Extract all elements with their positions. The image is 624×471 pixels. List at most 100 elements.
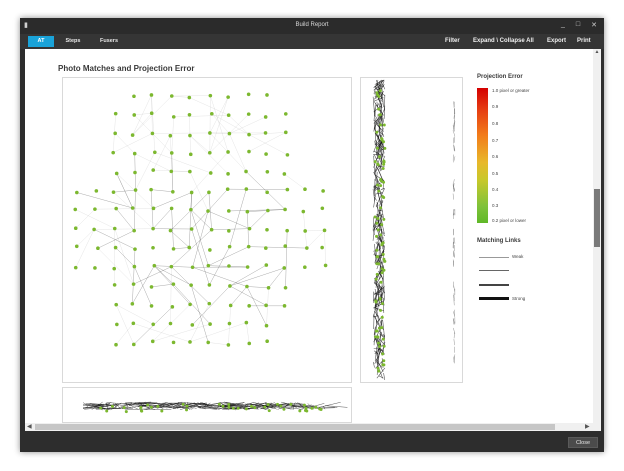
camera-point	[190, 265, 195, 270]
horizontal-scroll-thumb[interactable]	[35, 424, 555, 430]
camera-point	[149, 285, 154, 289]
chevron-right-icon[interactable]: ▶	[585, 423, 590, 431]
chevron-up-icon[interactable]: ▲	[593, 49, 601, 55]
close-button[interactable]: Close	[568, 437, 598, 448]
match-link	[190, 285, 209, 343]
camera-point	[206, 209, 210, 213]
print-menu[interactable]: Print	[577, 36, 591, 47]
camera-point	[375, 221, 379, 225]
match-link	[173, 115, 229, 118]
match-link	[245, 171, 286, 210]
camera-point	[382, 123, 386, 127]
camera-point	[244, 187, 249, 191]
camera-point	[227, 264, 231, 268]
camera-point	[375, 255, 379, 259]
camera-point	[206, 263, 211, 268]
filter-menu[interactable]: Filter	[445, 36, 460, 47]
tab-at[interactable]: AT	[28, 36, 54, 47]
camera-point	[282, 407, 286, 411]
camera-point	[380, 315, 384, 319]
match-link	[229, 267, 285, 287]
camera-point	[151, 245, 155, 250]
camera-point	[375, 146, 379, 150]
scale-label-max: 1.0 pixel or greater	[492, 88, 530, 93]
match-link	[372, 216, 375, 231]
camera-point	[189, 190, 194, 195]
camera-point	[131, 342, 136, 347]
projection-error-colorbar	[477, 88, 488, 223]
camera-point	[282, 266, 287, 270]
match-link	[454, 136, 455, 143]
title-bar: ▮ Build Report _ □ ✕	[20, 18, 604, 34]
camera-point	[376, 335, 380, 339]
link-strong-swatch	[479, 297, 509, 300]
vertical-scrollbar[interactable]: ▲ ▼	[593, 49, 601, 442]
camera-point	[320, 206, 325, 211]
camera-point	[114, 302, 119, 307]
camera-point	[73, 207, 78, 212]
match-link	[116, 208, 135, 231]
close-window-button[interactable]: ✕	[589, 21, 599, 29]
match-link	[75, 229, 95, 268]
camera-point	[150, 131, 155, 136]
tab-steps[interactable]: Steps	[60, 36, 86, 47]
camera-point	[221, 404, 225, 408]
camera-point	[130, 302, 135, 306]
tab-fusers[interactable]: Fusers	[94, 36, 124, 47]
camera-point	[187, 95, 192, 100]
camera-point	[160, 409, 164, 413]
match-link	[76, 229, 95, 247]
camera-point	[227, 405, 231, 409]
camera-point	[381, 166, 385, 170]
camera-point	[112, 283, 117, 287]
minimize-button[interactable]: _	[558, 21, 568, 28]
match-link	[154, 265, 192, 286]
chevron-left-icon[interactable]: ◀	[27, 423, 32, 431]
match-link	[173, 247, 190, 250]
camera-point	[375, 262, 379, 266]
camera-point	[114, 171, 119, 176]
scale-label: 0.7	[492, 138, 499, 143]
camera-point	[305, 246, 309, 250]
camera-point	[285, 153, 290, 157]
camera-point	[133, 188, 138, 192]
camera-point	[381, 352, 385, 356]
camera-point	[320, 245, 324, 250]
export-menu[interactable]: Export	[547, 36, 566, 47]
camera-point	[185, 408, 189, 412]
camera-point	[265, 169, 270, 174]
camera-point	[323, 263, 328, 268]
window-title: Build Report	[295, 22, 329, 28]
scale-label-min: 0.2 pixel or lower	[492, 218, 527, 223]
camera-point	[379, 184, 383, 188]
camera-point	[208, 93, 213, 98]
camera-point	[265, 190, 269, 195]
match-link	[134, 113, 152, 116]
horizontal-scrollbar[interactable]: ◀ ▶	[25, 423, 593, 431]
camera-point	[265, 339, 269, 344]
maximize-button[interactable]: □	[573, 21, 583, 28]
camera-point	[289, 402, 293, 406]
link-swatch	[479, 284, 509, 286]
vertical-scroll-thumb[interactable]	[594, 189, 600, 247]
camera-point	[382, 344, 386, 348]
camera-point	[217, 402, 221, 406]
match-link	[374, 259, 376, 264]
camera-point	[245, 209, 250, 214]
camera-point	[379, 206, 383, 210]
camera-point	[380, 137, 384, 141]
camera-point	[188, 169, 192, 174]
camera-point	[132, 228, 136, 233]
camera-point	[187, 112, 192, 117]
camera-point	[188, 340, 192, 344]
camera-point	[382, 140, 386, 144]
match-link	[306, 230, 325, 249]
camera-point	[131, 282, 136, 286]
camera-point	[264, 152, 268, 156]
match-link	[209, 97, 229, 153]
camera-point	[380, 271, 384, 275]
expand-collapse-menu[interactable]: Expand \ Collapse All	[473, 36, 534, 47]
link-swatch	[479, 270, 509, 271]
camera-point	[377, 107, 381, 111]
match-link	[378, 375, 384, 379]
